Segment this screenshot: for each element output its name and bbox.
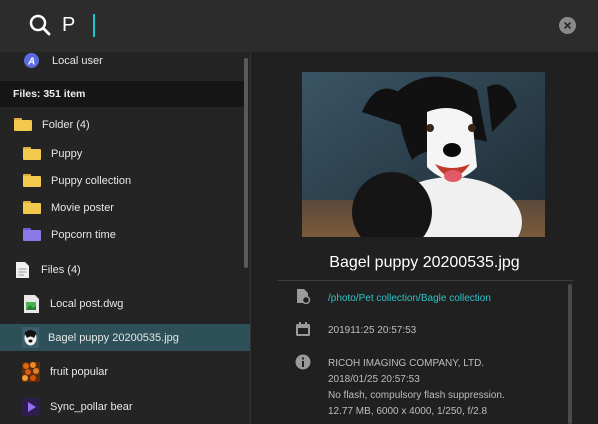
close-icon — [563, 21, 572, 30]
local-user-item[interactable]: A Local user — [0, 52, 244, 74]
shared-folder-icon — [23, 228, 41, 241]
folder-icon — [23, 147, 41, 160]
flash-info: No flash, compulsory flash suppression. — [328, 390, 505, 401]
list-scrollbar[interactable] — [244, 58, 248, 268]
photo-thumbnail-icon — [22, 362, 40, 382]
clear-search-button[interactable] — [559, 17, 576, 34]
video-file-icon — [22, 398, 40, 416]
results-list[interactable]: A Local user Files: 351 item Folder (4) … — [0, 52, 252, 424]
folder-item-puppy[interactable]: Puppy — [0, 140, 244, 167]
file-item-sync-pollar-bear[interactable]: Sync_pollar bear — [0, 392, 244, 422]
local-user-label: Local user — [52, 54, 103, 67]
search-window: P A Local user Files: 351 item Folder (4… — [0, 0, 598, 424]
file-item-local-post[interactable]: Local post.dwg — [0, 289, 244, 319]
search-input[interactable]: P — [62, 14, 75, 37]
preview-separator — [277, 280, 573, 281]
folder-icon — [23, 201, 41, 214]
image-specs: 12.77 MB, 6000 x 4000, 1/250, f/2.8 — [328, 406, 488, 417]
preview-filename: Bagel puppy 20200535.jpg — [329, 254, 520, 271]
photo-thumbnail-icon — [22, 327, 39, 348]
file-item-label: fruit popular — [50, 366, 109, 378]
preview-scrollbar[interactable] — [568, 284, 572, 424]
folder-item-label: Movie poster — [51, 201, 114, 214]
files-count-header: Files: 351 item — [0, 81, 244, 107]
image-file-icon — [24, 295, 39, 313]
file-item-bagel-puppy[interactable]: Bagel puppy 20200535.jpg — [0, 324, 250, 351]
file-item-label: Bagel puppy 20200535.jpg — [48, 331, 179, 344]
info-icon — [295, 354, 311, 370]
folder-item-movie-poster[interactable]: Movie poster — [0, 194, 244, 221]
folder-group-label: Folder (4) — [42, 118, 90, 131]
folder-icon — [23, 174, 41, 187]
folder-icon — [14, 118, 32, 131]
preview-image — [302, 72, 545, 237]
calendar-icon — [296, 322, 310, 336]
date-taken: 2018/01/25 20:57:53 — [328, 374, 420, 385]
folder-item-popcorn-time[interactable]: Popcorn time — [0, 221, 244, 248]
local-user-icon: A — [24, 53, 39, 68]
search-bar: P — [0, 0, 598, 53]
files-group-label: Files (4) — [41, 263, 81, 276]
file-item-label: Sync_pollar bear — [50, 401, 133, 413]
file-item-fruit-popular[interactable]: fruit popular — [0, 357, 244, 387]
search-icon — [29, 14, 51, 36]
dog-photo-illustration — [302, 72, 545, 237]
document-icon — [16, 261, 29, 278]
file-location-icon — [297, 289, 311, 304]
modified-date: 201911:25 20:57:53 — [328, 325, 417, 336]
folder-item-label: Popcorn time — [51, 228, 116, 241]
file-path-link[interactable]: /photo/Pet collection/Bagle collection — [328, 292, 491, 306]
files-group-header[interactable]: Files (4) — [0, 256, 244, 283]
folder-item-puppy-collection[interactable]: Puppy collection — [0, 167, 244, 194]
camera-make: RICOH IMAGING COMPANY, LTD. — [328, 358, 485, 369]
folder-item-label: Puppy — [51, 147, 83, 160]
svg-text:A: A — [27, 57, 35, 68]
text-caret — [93, 14, 95, 37]
file-item-label: Local post.dwg — [50, 298, 124, 310]
preview-pane: Bagel puppy 20200535.jpg /photo/Pet coll… — [251, 52, 598, 424]
folder-item-label: Puppy collection — [51, 174, 132, 187]
folder-group-header[interactable]: Folder (4) — [0, 111, 244, 138]
